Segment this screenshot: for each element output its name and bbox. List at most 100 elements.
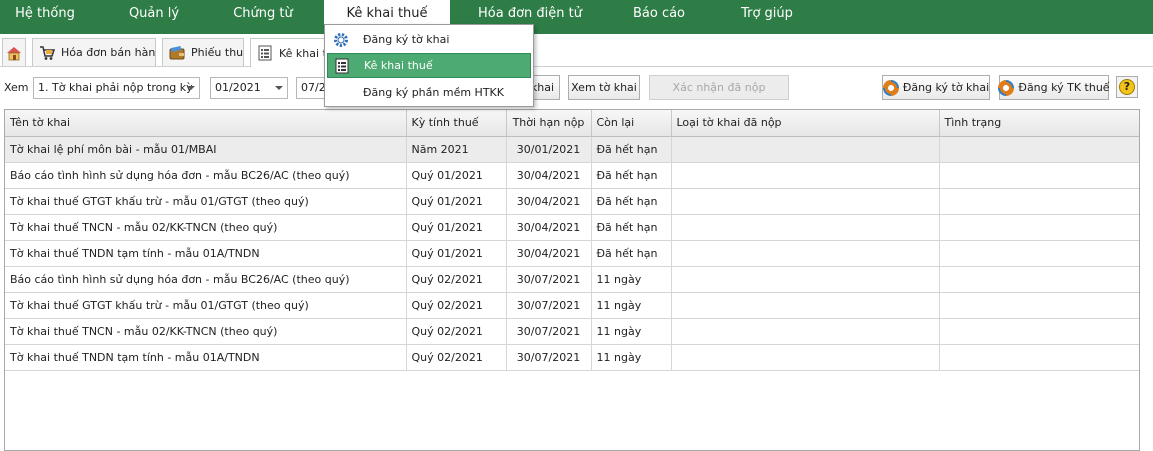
tab-phieu-thu[interactable]: Phiếu thu: [162, 38, 244, 66]
list-icon: [257, 45, 273, 61]
chevron-down-icon: [275, 86, 283, 90]
table-row[interactable]: Tờ khai thuế TNCN - mẫu 02/KK-TNCN (theo…: [5, 214, 1139, 241]
from-period-select[interactable]: 01/2021: [210, 77, 288, 99]
cell-submitted-type: [671, 344, 940, 371]
table-row[interactable]: Tờ khai thuế TNDN tạm tính - mẫu 01A/TND…: [5, 344, 1139, 371]
chevron-down-icon: [187, 86, 195, 90]
cell-period: Quý 02/2021: [406, 266, 507, 293]
tab-label: Kê khai thu: [279, 46, 327, 60]
menu-chung-tu[interactable]: Chứng từ: [222, 0, 304, 28]
menu-ke-khai-thue-item[interactable]: Kê khai thuế: [327, 53, 531, 78]
cell-deadline: 30/07/2021: [506, 292, 592, 319]
view-return-button[interactable]: Xem tờ khai: [568, 75, 640, 100]
cell-period: Quý 02/2021: [406, 318, 507, 345]
cell-submitted-type: [671, 214, 940, 241]
cell-status: [939, 136, 1139, 163]
col-header-remaining[interactable]: Còn lại: [591, 110, 672, 137]
cell-name: Tờ khai thuế TNDN tạm tính - mẫu 01A/TND…: [5, 344, 407, 371]
cell-period: Quý 01/2021: [406, 240, 507, 267]
help-button[interactable]: ?: [1116, 76, 1138, 98]
confirm-submitted-button[interactable]: Xác nhận đã nộp: [649, 75, 789, 100]
cell-deadline: 30/01/2021: [506, 136, 592, 163]
tab-label: Phiếu thu: [191, 46, 244, 59]
cell-period: Quý 01/2021: [406, 162, 507, 189]
cell-remaining: 11 ngày: [591, 318, 672, 345]
cell-status: [939, 292, 1139, 319]
tab-ke-khai-thue[interactable]: Kê khai thu: [250, 38, 328, 67]
cell-submitted-type: [671, 318, 940, 345]
tab-hoa-don-ban-hang[interactable]: Hóa đơn bán hàng: [32, 38, 156, 66]
document-tab-strip: Hóa đơn bán hàng Phiếu thu Kê khai thu: [0, 34, 1153, 67]
cell-status: [939, 188, 1139, 215]
cell-period: Quý 02/2021: [406, 344, 507, 371]
main-menubar: Hệ thống Quản lý Chứng từ Kê khai thuế H…: [0, 0, 1153, 34]
help-icon: ?: [1119, 79, 1135, 95]
gear-icon: [333, 32, 349, 48]
cell-remaining: Đã hết hạn: [591, 162, 672, 189]
cell-name: Tờ khai thuế TNCN - mẫu 02/KK-TNCN (theo…: [5, 318, 407, 345]
cell-submitted-type: [671, 136, 940, 163]
table-row[interactable]: Tờ khai lệ phí môn bài - mẫu 01/MBAI Năm …: [5, 136, 1139, 163]
cell-status: [939, 266, 1139, 293]
cell-submitted-type: [671, 188, 940, 215]
wallet-icon: [169, 45, 185, 61]
tab-label: Hóa đơn bán hàng: [61, 46, 156, 59]
col-header-deadline[interactable]: Thời hạn nộp: [506, 110, 592, 137]
home-tab[interactable]: [2, 38, 26, 66]
cell-period: Quý 02/2021: [406, 292, 507, 319]
cell-status: [939, 318, 1139, 345]
cell-name: Báo cáo tình hình sử dụng hóa đơn - mẫu …: [5, 266, 407, 293]
ke-khai-thue-dropdown: Đăng ký tờ khai Kê khai thuế Đăng ký phầ…: [324, 24, 534, 107]
menu-dang-ky-phan-mem-htkk[interactable]: Đăng ký phần mềm HTKK: [327, 80, 531, 105]
cell-submitted-type: [671, 162, 940, 189]
cell-remaining: Đã hết hạn: [591, 214, 672, 241]
view-label: Xem: [4, 81, 29, 94]
table-row[interactable]: Báo cáo tình hình sử dụng hóa đơn - mẫu …: [5, 162, 1139, 189]
cell-deadline: 30/07/2021: [506, 266, 592, 293]
cell-remaining: Đã hết hạn: [591, 188, 672, 215]
cell-name: Tờ khai thuế TNDN tạm tính - mẫu 01A/TND…: [5, 240, 407, 267]
cell-remaining: Đã hết hạn: [591, 136, 672, 163]
table-row[interactable]: Tờ khai thuế GTGT khấu trừ - mẫu 01/GTGT…: [5, 188, 1139, 215]
table-row[interactable]: Tờ khai thuế TNDN tạm tính - mẫu 01A/TND…: [5, 240, 1139, 267]
cell-deadline: 30/07/2021: [506, 344, 592, 371]
cell-deadline: 30/04/2021: [506, 188, 592, 215]
tax-returns-grid: Tên tờ khai Kỳ tính thuế Thời hạn nộp Cò…: [4, 109, 1140, 451]
table-row[interactable]: Báo cáo tình hình sử dụng hóa đơn - mẫu …: [5, 266, 1139, 293]
cell-name: Tờ khai thuế GTGT khấu trừ - mẫu 01/GTGT…: [5, 292, 407, 319]
col-header-period[interactable]: Kỳ tính thuế: [406, 110, 507, 137]
cell-remaining: 11 ngày: [591, 266, 672, 293]
tax-returns-table: Tên tờ khai Kỳ tính thuế Thời hạn nộp Cò…: [5, 110, 1139, 371]
cell-status: [939, 240, 1139, 267]
menu-quan-ly[interactable]: Quản lý: [116, 0, 192, 28]
cell-deadline: 30/04/2021: [506, 162, 592, 189]
col-header-name[interactable]: Tên tờ khai: [5, 110, 407, 137]
cell-period: Năm 2021: [406, 136, 507, 163]
cell-period: Quý 01/2021: [406, 214, 507, 241]
cell-period: Quý 01/2021: [406, 188, 507, 215]
table-row[interactable]: Tờ khai thuế GTGT khấu trừ - mẫu 01/GTGT…: [5, 292, 1139, 319]
cell-name: Tờ khai thuế GTGT khấu trừ - mẫu 01/GTGT…: [5, 188, 407, 215]
table-header-row: Tên tờ khai Kỳ tính thuế Thời hạn nộp Cò…: [5, 110, 1139, 137]
cell-status: [939, 344, 1139, 371]
cell-deadline: 30/04/2021: [506, 240, 592, 267]
register-return-button[interactable]: Đăng ký tờ khai: [882, 75, 990, 100]
cell-name: Tờ khai thuế TNCN - mẫu 02/KK-TNCN (theo…: [5, 214, 407, 241]
menu-he-thong[interactable]: Hệ thống: [6, 0, 84, 28]
register-tax-account-button[interactable]: Đăng ký TK thuế: [998, 75, 1110, 100]
list-icon: [334, 58, 350, 74]
cell-submitted-type: [671, 292, 940, 319]
col-header-status[interactable]: Tình trạng: [939, 110, 1139, 137]
menu-tro-giup[interactable]: Trợ giúp: [730, 0, 804, 28]
menu-dang-ky-to-khai[interactable]: Đăng ký tờ khai: [327, 27, 531, 52]
menu-bao-cao[interactable]: Báo cáo: [622, 0, 696, 28]
cell-name: Báo cáo tình hình sử dụng hóa đơn - mẫu …: [5, 162, 407, 189]
cell-deadline: 30/07/2021: [506, 318, 592, 345]
cell-remaining: 11 ngày: [591, 344, 672, 371]
col-header-submitted-type[interactable]: Loại tờ khai đã nộp: [671, 110, 940, 137]
gear-icon: [882, 79, 899, 96]
cell-status: [939, 214, 1139, 241]
cell-submitted-type: [671, 266, 940, 293]
table-row[interactable]: Tờ khai thuế TNCN - mẫu 02/KK-TNCN (theo…: [5, 318, 1139, 345]
return-type-select[interactable]: 1. Tờ khai phải nộp trong kỳ: [33, 77, 200, 99]
